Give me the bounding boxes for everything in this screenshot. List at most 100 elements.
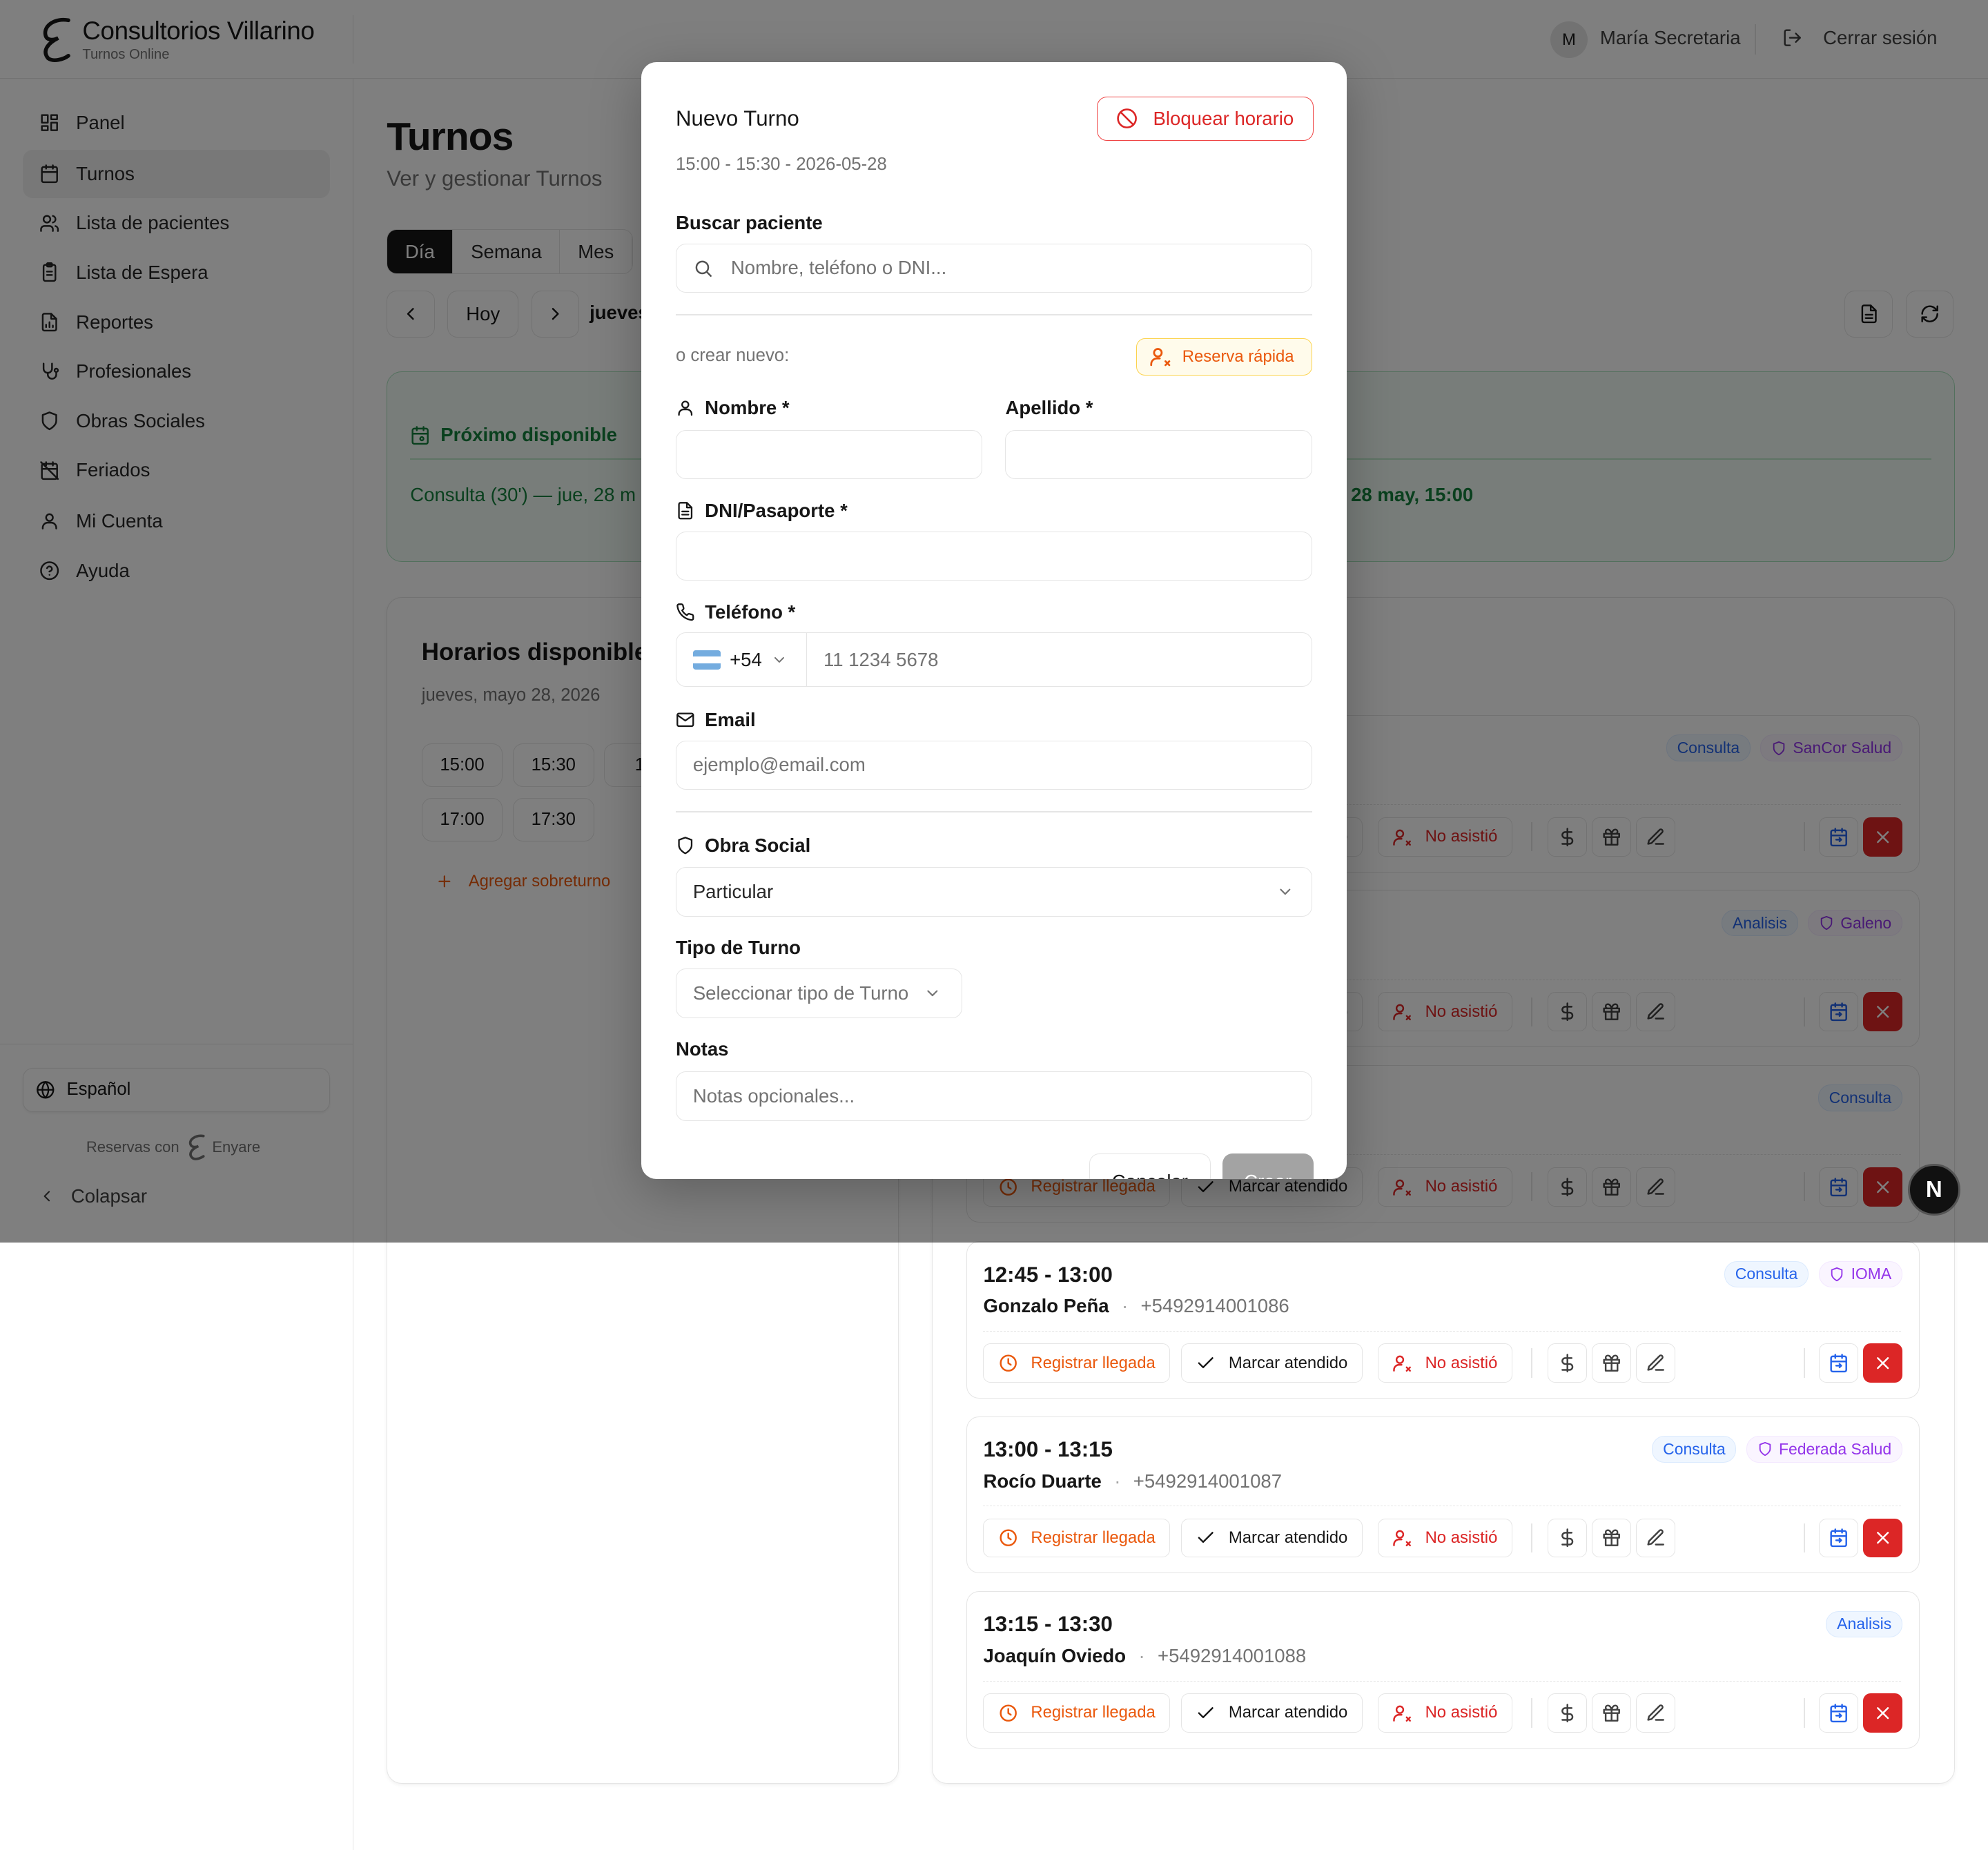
register-arrival-button[interactable]: Registrar llegada [983,1693,1170,1733]
patient-name[interactable]: Rocío Duarte [983,1470,1101,1492]
check-icon [1198,1706,1214,1718]
user-x-icon [1393,1355,1411,1372]
quick-booking-button[interactable]: Reserva rápida [1136,338,1312,376]
reschedule-button[interactable] [1818,1693,1858,1733]
mark-attended-button[interactable]: Marcar atendido [1180,1343,1363,1383]
insurance-badge: IOMA [1818,1260,1902,1288]
cancel-appointment-button[interactable] [1863,1693,1903,1733]
appointment-badges: Consulta Federada Salud [1652,1436,1902,1463]
edit-notes-button[interactable] [1636,1518,1676,1558]
mail-icon [676,712,694,728]
close-icon [1877,1532,1889,1544]
calendar-reschedule-icon [1830,1528,1847,1548]
shield-icon [1759,1442,1771,1457]
user-x-icon [1150,348,1171,367]
calendar-reschedule-icon [1830,1703,1847,1722]
patient-name[interactable]: Gonzalo Peña [983,1295,1109,1317]
appointment-type-label: Tipo de Turno [675,937,801,959]
action-divider [1803,1348,1805,1378]
last-name-label: Apellido * [1005,396,1093,418]
chevron-down-icon [774,656,784,663]
separator-dot: · [1138,1645,1145,1667]
search-label: Buscar paciente [675,211,823,233]
mark-attended-button[interactable]: Marcar atendido [1180,1518,1363,1558]
first-name-label: Nombre * [676,397,790,419]
dni-label: DNI/Pasaporte * [676,500,848,522]
appointment-badges: Consulta IOMA [1724,1260,1902,1288]
dni-input[interactable] [675,531,1312,581]
gift-icon [1603,1354,1620,1372]
edit-icon [1647,1529,1665,1546]
payment-button[interactable] [1547,1693,1587,1733]
shield-icon [678,836,693,855]
gift-button[interactable] [1592,1693,1631,1733]
email-input[interactable]: ejemplo@email.com [675,740,1312,790]
chevron-down-icon [1279,888,1290,895]
user-icon [678,400,693,416]
edit-notes-button[interactable] [1636,1343,1676,1383]
reschedule-button[interactable] [1818,1518,1858,1558]
dev-tools-badge[interactable]: N [1908,1164,1960,1216]
create-button[interactable]: Crear [1222,1153,1314,1180]
insurance-select[interactable]: Particular [675,867,1312,917]
no-show-button[interactable]: No asistió [1377,1343,1512,1383]
edit-icon [1647,1354,1665,1371]
phone-input[interactable]: 11 1234 5678 [807,633,938,686]
cancel-appointment-button[interactable] [1863,1518,1903,1558]
register-arrival-button[interactable]: Registrar llegada [983,1518,1170,1558]
cancel-appointment-button[interactable] [1863,1343,1903,1383]
action-divider [1803,1698,1805,1728]
dollar-icon [1561,1528,1573,1548]
edit-icon [1647,1704,1665,1721]
reschedule-button[interactable] [1818,1343,1858,1383]
dollar-icon [1561,1354,1573,1372]
appointment-type-select[interactable]: Seleccionar tipo de Turno [675,968,963,1018]
modal-divider [675,811,1312,813]
gift-button[interactable] [1592,1518,1631,1558]
dollar-icon [1561,1703,1573,1722]
action-divider [1530,1348,1532,1378]
close-icon [1877,1706,1889,1720]
calendar-reschedule-icon [1830,1354,1847,1372]
appointment-divider [983,1330,1902,1332]
appointment-patient[interactable]: Joaquín Oviedo · +5492914001088 [983,1645,1306,1667]
payment-button[interactable] [1547,1518,1587,1558]
type-badge: Consulta [1652,1436,1737,1463]
notes-input[interactable]: Notas opcionales... [675,1071,1312,1121]
argentina-flag-icon [692,650,721,670]
ban-icon [1117,108,1138,129]
chevron-down-icon [927,990,938,997]
cancel-button[interactable]: Cancelar [1089,1153,1211,1180]
appointment-badges: Analisis [1826,1610,1902,1638]
modal-divider [675,314,1312,316]
new-appointment-modal: Nuevo Turno 15:00 - 15:30 - 2026-05-28 B… [641,61,1347,1180]
gift-button[interactable] [1592,1343,1631,1383]
type-badge: Analisis [1826,1610,1902,1638]
appointment-patient[interactable]: Rocío Duarte · +5492914001087 [983,1470,1282,1492]
no-show-button[interactable]: No asistió [1377,1693,1512,1733]
separator-dot: · [1114,1470,1121,1492]
mark-attended-button[interactable]: Marcar atendido [1180,1693,1363,1733]
payment-button[interactable] [1547,1343,1587,1383]
user-x-icon [1393,1705,1411,1722]
first-name-input[interactable] [675,429,983,480]
separator-dot: · [1121,1295,1129,1317]
appointment-patient[interactable]: Gonzalo Peña · +5492914001086 [983,1295,1289,1317]
app-root: Consultorios Villarino Turnos Online M M… [0,0,1988,1850]
patient-name[interactable]: Joaquín Oviedo [983,1645,1126,1667]
no-show-button[interactable]: No asistió [1377,1518,1512,1558]
appointment-card: 13:15 - 13:30 Joaquín Oviedo · +54929140… [966,1591,1920,1749]
appointment-card: 13:00 - 13:15 Rocío Duarte · +5492914001… [966,1416,1920,1574]
clock-icon [1000,1354,1017,1372]
action-divider [1803,1523,1805,1553]
gift-icon [1603,1704,1620,1722]
edit-notes-button[interactable] [1636,1693,1676,1733]
insurance-badge: Federada Salud [1746,1436,1902,1463]
patient-search-input[interactable]: Nombre, teléfono o DNI... [675,243,1312,293]
modal-title: Nuevo Turno [675,106,799,131]
close-icon [1877,1356,1889,1370]
register-arrival-button[interactable]: Registrar llegada [983,1343,1170,1383]
last-name-input[interactable] [1005,429,1312,480]
country-code-select[interactable]: +54 [676,633,808,687]
block-slot-button[interactable]: Bloquear horario [1096,96,1314,141]
